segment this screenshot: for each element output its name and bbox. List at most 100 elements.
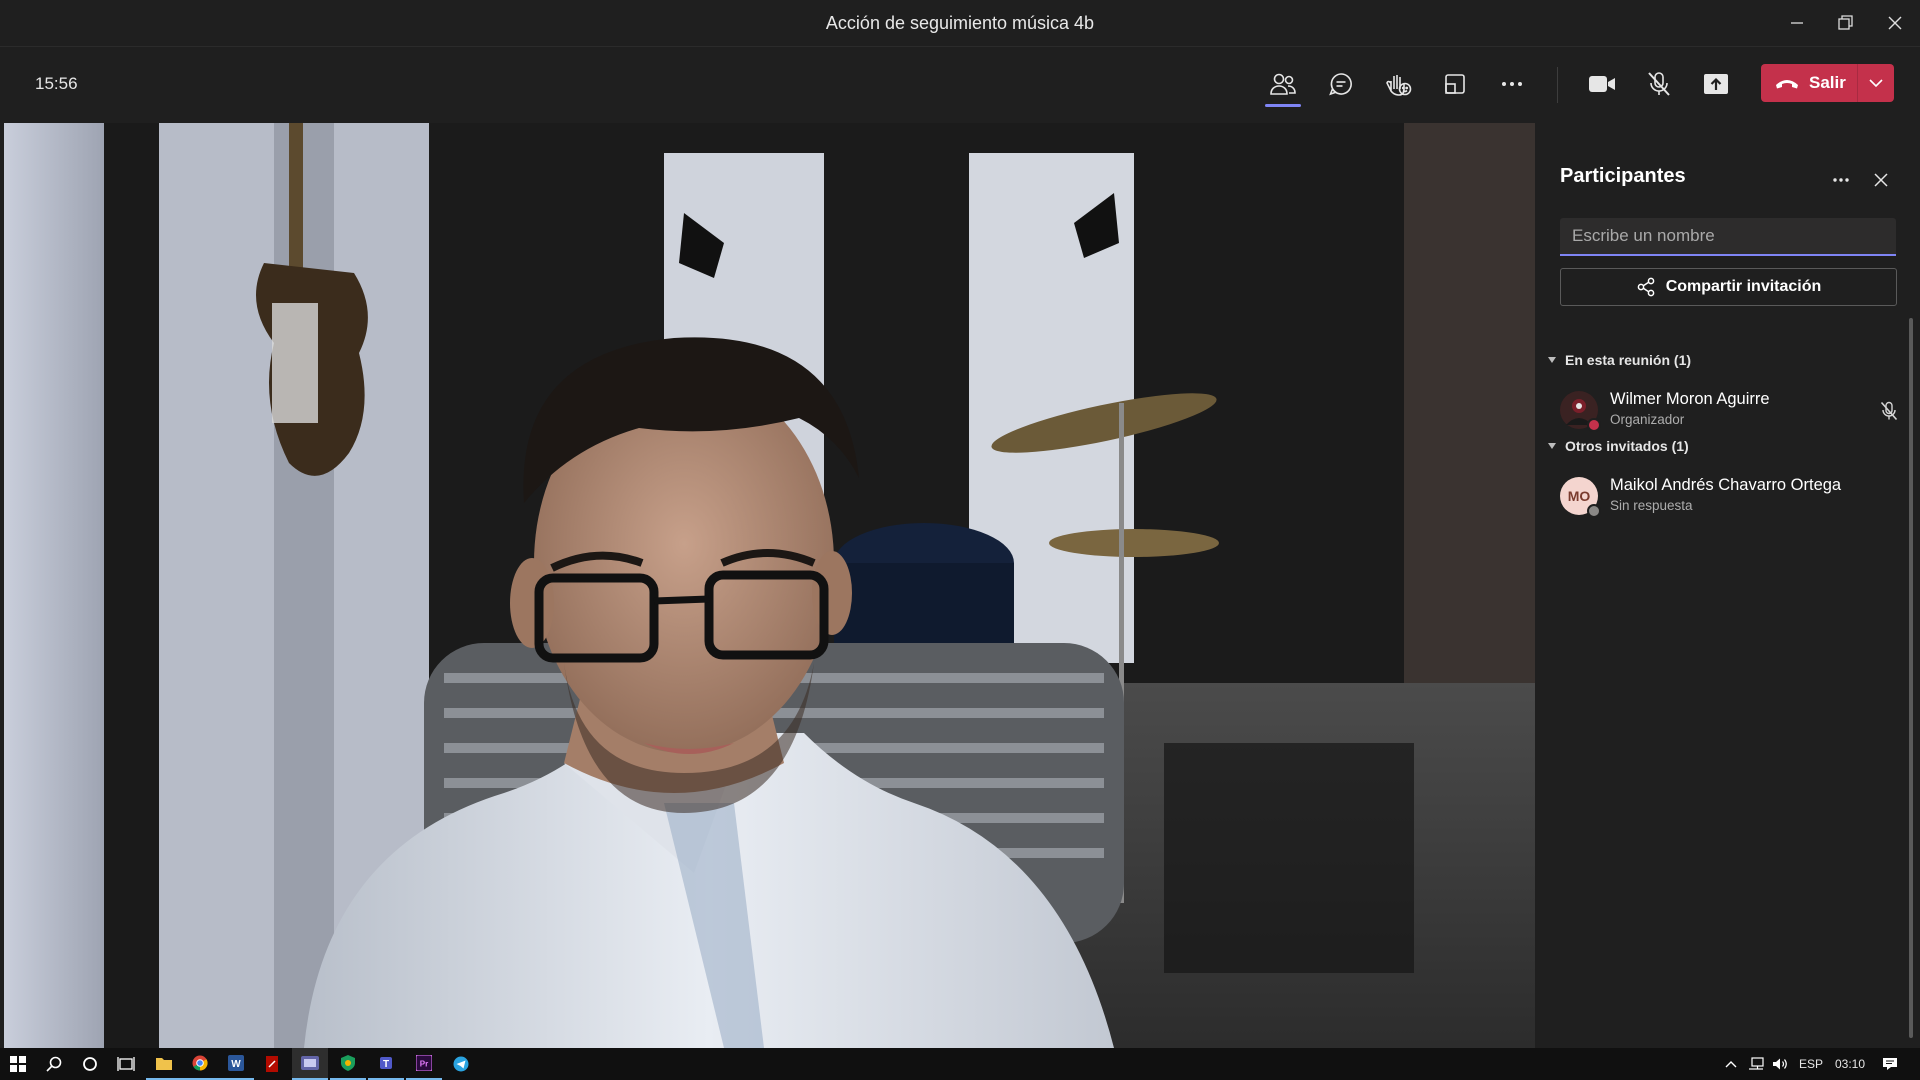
- windows-taskbar: W T Pr ESP 03:10: [0, 1048, 1920, 1080]
- avatar: [1560, 391, 1601, 432]
- notification-icon: [1883, 1058, 1897, 1070]
- cortana-circle-icon: [83, 1057, 97, 1071]
- more-actions-button[interactable]: [1490, 63, 1534, 105]
- notifications-button[interactable]: [1872, 1048, 1908, 1080]
- taskbar-file-explorer[interactable]: [146, 1048, 182, 1080]
- share-invite-label: Compartir invitación: [1665, 278, 1822, 295]
- share-invite-button[interactable]: Compartir invitación: [1560, 268, 1897, 306]
- toolbar-divider: [1557, 67, 1558, 103]
- keyboard-language-indicator[interactable]: ESP: [1799, 1057, 1823, 1071]
- participant-name: Wilmer Moron Aguirre: [1610, 390, 1770, 408]
- section-in-meeting[interactable]: En esta reunión (1): [1547, 352, 1691, 368]
- participant-name: Maikol Andrés Chavarro Ortega: [1610, 476, 1842, 494]
- leave-meeting-button[interactable]: Salir: [1761, 64, 1894, 102]
- premiere-icon: Pr: [416, 1055, 432, 1071]
- chevron-up-icon: [1725, 1061, 1737, 1068]
- more-horizontal-icon: [1502, 82, 1522, 86]
- meeting-window-icon: [301, 1056, 319, 1070]
- view-layout-button[interactable]: [1433, 63, 1477, 105]
- chat-button[interactable]: [1319, 63, 1363, 105]
- windows-logo-icon: [10, 1056, 26, 1072]
- share-icon: [1637, 277, 1655, 297]
- browser-shield-icon: [341, 1055, 355, 1071]
- taskbar-teams[interactable]: T: [368, 1048, 404, 1080]
- participant-row[interactable]: MO Maikol Andrés Chavarro Ortega Sin res…: [1560, 472, 1900, 522]
- minimize-icon: [1791, 22, 1803, 24]
- participant-mic-status: [1876, 398, 1902, 424]
- panel-scrollbar[interactable]: [1907, 318, 1915, 1038]
- participants-button[interactable]: [1261, 63, 1305, 107]
- section-header-label: En esta reunión (1): [1565, 352, 1692, 368]
- chevron-down-icon: [1869, 79, 1883, 88]
- leave-options-dropdown[interactable]: [1858, 78, 1894, 88]
- task-view-icon: [117, 1057, 135, 1071]
- leave-main-button[interactable]: Salir: [1761, 64, 1857, 102]
- network-icon: [1749, 1057, 1764, 1070]
- chat-icon: [1329, 73, 1352, 96]
- panel-more-options-button[interactable]: [1824, 165, 1858, 195]
- camera-toggle-button[interactable]: [1580, 63, 1624, 105]
- leave-label: Salir: [1809, 73, 1846, 92]
- hang-up-phone-icon: [1776, 80, 1798, 89]
- folder-icon: [156, 1057, 172, 1070]
- presence-unknown-badge: [1587, 504, 1601, 518]
- participant-search-input[interactable]: [1560, 218, 1896, 256]
- meeting-elapsed-time: 15:56: [35, 74, 78, 93]
- pdf-icon: [266, 1056, 278, 1072]
- search-icon: [46, 1056, 62, 1072]
- participant-video-feed: [4, 123, 1535, 1048]
- section-header-label: Otros invitados (1): [1565, 438, 1689, 454]
- avatar-initials: MO: [1567, 488, 1591, 504]
- taskbar-telegram[interactable]: [443, 1048, 479, 1080]
- microphone-muted-icon: [1880, 401, 1898, 421]
- close-window-button[interactable]: [1871, 0, 1919, 46]
- participant-role: Organizador: [1610, 412, 1685, 427]
- meeting-toolbar: 15:56 Salir: [0, 47, 1920, 122]
- taskbar-pdf-reader[interactable]: [254, 1048, 290, 1080]
- video-camera-icon: [1589, 76, 1615, 92]
- svg-text:W: W: [231, 1059, 241, 1070]
- caret-down-icon: [1548, 443, 1556, 449]
- taskbar-clock[interactable]: 03:10: [1835, 1057, 1865, 1071]
- speaker-icon: [1773, 1058, 1787, 1070]
- close-panel-button[interactable]: [1864, 165, 1898, 195]
- taskbar-word[interactable]: W: [218, 1048, 254, 1080]
- taskbar-premiere[interactable]: Pr: [406, 1048, 442, 1080]
- raise-hand-icon: [1386, 75, 1412, 96]
- presence-busy-badge: [1587, 418, 1601, 432]
- taskbar-teams-meeting[interactable]: [292, 1048, 328, 1080]
- teams-icon: T: [380, 1057, 392, 1070]
- scrollbar-thumb[interactable]: [1909, 318, 1913, 1038]
- telegram-icon: [453, 1056, 469, 1072]
- word-icon: W: [228, 1055, 244, 1071]
- section-other-invitees[interactable]: Otros invitados (1): [1547, 438, 1689, 454]
- svg-text:T: T: [383, 1059, 389, 1070]
- close-icon: [1874, 173, 1888, 187]
- participant-row[interactable]: Wilmer Moron Aguirre Organizador: [1560, 386, 1900, 436]
- reactions-button[interactable]: [1376, 63, 1420, 105]
- window-title: Acción de seguimiento música 4b: [825, 13, 1095, 33]
- microphone-muted-icon: [1648, 72, 1670, 96]
- minimize-button[interactable]: [1773, 0, 1821, 46]
- title-bar: Acción de seguimiento música 4b: [0, 0, 1920, 47]
- start-button[interactable]: [0, 1048, 36, 1080]
- taskbar-chrome[interactable]: [182, 1048, 218, 1080]
- panel-title: Participantes: [1560, 165, 1686, 187]
- share-screen-button[interactable]: [1694, 63, 1738, 105]
- participants-panel: Participantes Compartir invitación En es…: [1535, 123, 1920, 1048]
- tray-overflow-button[interactable]: [1720, 1048, 1742, 1080]
- microphone-toggle-button[interactable]: [1637, 63, 1681, 105]
- volume-button[interactable]: [1768, 1048, 1792, 1080]
- taskbar-chrome-alt[interactable]: [330, 1048, 366, 1080]
- webcam-image: [4, 123, 1535, 1048]
- cortana-button[interactable]: [72, 1048, 108, 1080]
- svg-text:Pr: Pr: [420, 1060, 428, 1069]
- task-view-button[interactable]: [108, 1048, 144, 1080]
- restore-button[interactable]: [1822, 0, 1870, 46]
- network-status-button[interactable]: [1744, 1048, 1768, 1080]
- taskbar-search-button[interactable]: [36, 1048, 72, 1080]
- chrome-icon: [192, 1055, 208, 1071]
- share-screen-icon: [1704, 74, 1728, 94]
- people-icon: [1270, 73, 1296, 95]
- participant-role: Sin respuesta: [1610, 498, 1693, 513]
